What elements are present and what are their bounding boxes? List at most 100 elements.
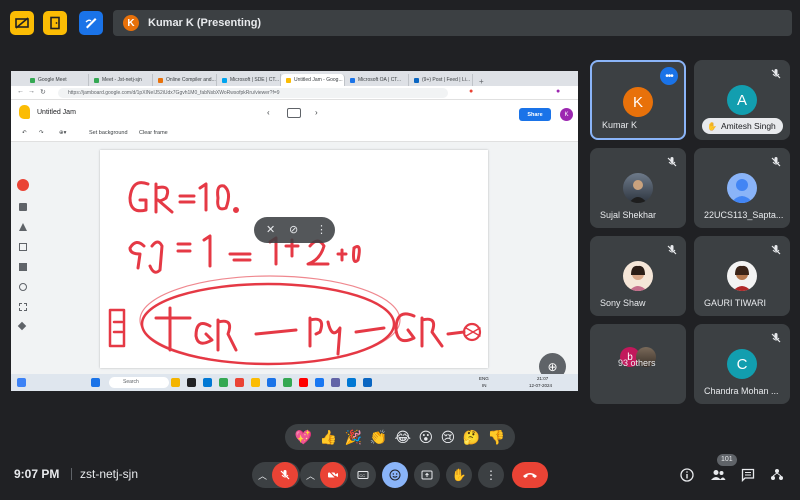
next-frame-icon[interactable]: ›	[315, 108, 318, 117]
app-icon[interactable]	[203, 378, 212, 387]
participant-name: Chandra Mohan ...	[704, 386, 779, 396]
browser-tab-active[interactable]: Untitled Jam - Goog...	[281, 74, 345, 86]
presenting-banner: K Kumar K (Presenting)	[113, 10, 792, 36]
breakout-room-icon-button[interactable]	[43, 11, 67, 35]
reaction-party[interactable]: 🎉	[345, 429, 362, 446]
participant-tile-chandra[interactable]: C Chandra Mohan ...	[694, 324, 790, 404]
lang-label[interactable]: ENG	[479, 376, 489, 381]
reactions-button[interactable]	[382, 462, 408, 488]
participant-tile-others[interactable]: b 93 others	[590, 324, 686, 404]
set-background-button[interactable]: Set background	[89, 130, 128, 136]
more-options-icon[interactable]: ⋮	[316, 223, 327, 236]
participant-tile-kumar[interactable]: ••• K Kumar K	[590, 60, 686, 140]
zoom-icon[interactable]: ⊕▾	[59, 130, 66, 136]
app-icon[interactable]	[267, 378, 276, 387]
participant-tile-gauri[interactable]: GAURI TIWARI	[694, 236, 790, 316]
activities-button[interactable]	[768, 466, 786, 484]
windows-start-icon[interactable]	[91, 378, 100, 387]
browser-tab[interactable]: (9+) Post | Feed | Li...	[409, 74, 473, 86]
more-options-icon[interactable]: •••	[660, 67, 678, 85]
forward-icon[interactable]: →	[28, 88, 35, 95]
circle-icon[interactable]	[19, 283, 27, 291]
tab-favicon-icon	[222, 77, 227, 83]
app-icon[interactable]	[235, 378, 244, 387]
app-icon[interactable]	[219, 378, 228, 387]
reaction-thinking[interactable]: 🤔	[463, 429, 480, 446]
prev-frame-icon[interactable]: ‹	[267, 108, 270, 117]
laser-icon[interactable]	[17, 321, 27, 331]
jam-title[interactable]: Untitled Jam	[37, 109, 76, 116]
mute-presenter-icon[interactable]: ⊘	[289, 223, 298, 236]
reaction-surprised[interactable]: 😮	[419, 429, 434, 446]
browser-tab[interactable]: Microsoft | SDE | CT...	[217, 74, 281, 86]
sticky-note-icon[interactable]	[19, 243, 27, 251]
whiteboard-frame[interactable]	[100, 150, 488, 368]
browser-tab[interactable]: Google Meet	[25, 74, 89, 86]
redo-icon[interactable]: ↷	[39, 130, 44, 136]
reaction-thumbs-down[interactable]: 👎	[488, 429, 505, 446]
reaction-heart[interactable]: 💖	[295, 429, 312, 446]
participant-tile-sujal[interactable]: Sujal Shekhar	[590, 148, 686, 228]
reaction-laugh[interactable]: 😂	[395, 429, 411, 446]
undo-icon[interactable]: ↶	[22, 130, 27, 136]
browser-tab[interactable]: Microsoft OA | CT...	[345, 74, 409, 86]
chrome-icon[interactable]	[283, 378, 292, 387]
people-icon	[711, 470, 726, 480]
clear-frame-button[interactable]: Clear frame	[139, 130, 168, 136]
meeting-info-button[interactable]	[678, 466, 696, 484]
whiteboard-app-icon[interactable]	[79, 11, 103, 35]
app-icon[interactable]	[363, 378, 372, 387]
pen-tool-icon[interactable]	[17, 179, 29, 191]
more-options-button[interactable]: ⋮	[478, 462, 504, 488]
extension-icon[interactable]: ●	[469, 88, 473, 95]
taskbar-search-label: Search	[123, 379, 139, 385]
activities-icon	[771, 469, 783, 480]
taskbar-search[interactable]: Search	[109, 377, 169, 388]
new-tab-icon[interactable]: +	[479, 77, 484, 86]
reload-icon[interactable]: ↻	[40, 88, 46, 96]
avatar	[623, 173, 653, 203]
reaction-thumbs-up[interactable]: 👍	[320, 429, 337, 446]
app-icon[interactable]	[331, 378, 340, 387]
url-input[interactable]: https://jamboard.google.com/d/1pXINeIJ52…	[58, 88, 448, 98]
participant-tile-sony[interactable]: Sony Shaw	[590, 236, 686, 316]
chevron-up-icon[interactable]: ︿	[258, 469, 267, 482]
mic-toggle-button[interactable]	[272, 462, 298, 488]
participant-tile-sapta[interactable]: 22UCS113_Sapta...	[694, 148, 790, 228]
meeting-code[interactable]: zst-netj-sjn	[80, 467, 138, 481]
app-icon[interactable]	[315, 378, 324, 387]
image-icon[interactable]	[19, 263, 27, 271]
browser-tab[interactable]: Online Compiler and...	[153, 74, 217, 86]
participant-count-badge: 101	[717, 454, 737, 466]
select-icon[interactable]	[19, 223, 27, 231]
clock-time[interactable]: 21:07	[537, 376, 548, 381]
people-button[interactable]	[709, 466, 727, 484]
chat-button[interactable]	[739, 466, 757, 484]
share-button[interactable]: Share	[519, 108, 551, 121]
eraser-icon[interactable]	[19, 203, 27, 211]
participant-tile-amitesh[interactable]: A ✋ Amitesh Singh	[694, 60, 790, 140]
profile-icon[interactable]: ●	[556, 88, 560, 95]
captions-button[interactable]: CC	[350, 462, 376, 488]
tab-label: Meet - Jst-netj-sjn	[102, 77, 142, 83]
camera-toggle-button[interactable]	[320, 462, 346, 488]
youtube-icon[interactable]	[299, 378, 308, 387]
frame-bar-icon[interactable]	[287, 108, 301, 118]
app-icon[interactable]	[347, 378, 356, 387]
pin-off-icon[interactable]: ✕	[266, 223, 275, 236]
reaction-sad[interactable]: 😢	[441, 429, 456, 446]
captions-icon: CC	[357, 471, 369, 479]
back-icon[interactable]: ←	[17, 88, 24, 95]
browser-tab[interactable]: Meet - Jst-netj-sjn	[89, 74, 153, 86]
end-call-button[interactable]	[512, 462, 548, 488]
app-icon[interactable]	[187, 378, 196, 387]
screen-share-app-icon[interactable]	[10, 11, 34, 35]
jam-user-avatar[interactable]: K	[560, 108, 573, 121]
app-icon[interactable]	[171, 378, 180, 387]
reaction-clap[interactable]: 👏	[370, 429, 387, 446]
present-button[interactable]	[414, 462, 440, 488]
raise-hand-button[interactable]: ✋	[446, 462, 472, 488]
chevron-up-icon[interactable]: ︿	[306, 469, 315, 482]
app-icon[interactable]	[251, 378, 260, 387]
text-box-icon[interactable]	[19, 303, 27, 311]
